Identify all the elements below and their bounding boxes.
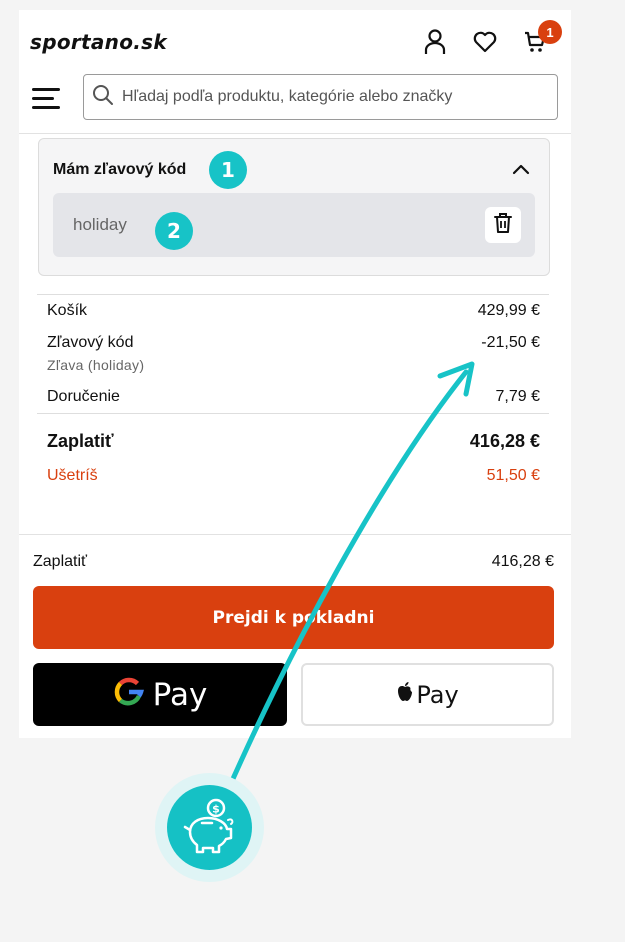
search-icon xyxy=(92,84,114,111)
header-divider xyxy=(19,133,571,134)
step-badge-1: 1 xyxy=(209,151,247,189)
checkout-total-label: Zaplatiť xyxy=(33,553,88,570)
discount-code-value: -21,50 € xyxy=(481,334,540,351)
total-value: 416,28 € xyxy=(469,431,540,451)
cart-subtotal-label: Košík xyxy=(47,302,88,319)
site-logo[interactable]: sportano.sk xyxy=(30,30,167,54)
discount-code-detail: Zľava (holiday) xyxy=(47,357,145,373)
search-input[interactable] xyxy=(122,88,552,106)
checkout-button[interactable]: Prejdi k pokladni xyxy=(33,586,554,649)
piggy-bank-badge: $ xyxy=(155,773,264,882)
svg-text:$: $ xyxy=(212,802,220,815)
apple-pay-button[interactable]: Pay xyxy=(301,663,554,726)
checkout-divider xyxy=(19,534,571,535)
savings-value: 51,50 € xyxy=(486,467,540,484)
total-label: Zaplatiť xyxy=(47,431,114,451)
apple-logo xyxy=(396,681,414,708)
delivery-value: 7,79 € xyxy=(495,388,540,405)
applied-code-value: holiday xyxy=(73,215,127,234)
piggy-bank-icon: $ xyxy=(167,785,252,870)
trash-icon xyxy=(494,212,512,239)
remove-code-button[interactable] xyxy=(485,207,521,243)
cart-card: sportano.sk 1 Mám zľavový kód holiday xyxy=(19,10,571,738)
search-bar[interactable] xyxy=(83,74,558,120)
apple-pay-label: Pay xyxy=(416,680,459,709)
savings-label: Ušetríš xyxy=(47,467,98,484)
chevron-up-icon[interactable] xyxy=(511,161,531,177)
summary-divider-top xyxy=(37,294,549,295)
checkout-total-value: 416,28 € xyxy=(491,553,554,570)
user-icon[interactable] xyxy=(421,28,449,56)
delivery-label: Doručenie xyxy=(47,388,120,405)
menu-icon[interactable] xyxy=(32,84,62,114)
summary-divider-bottom xyxy=(37,413,549,414)
discount-code-label: Zľavový kód xyxy=(47,334,134,351)
applied-code-field: holiday xyxy=(53,193,535,257)
discount-code-section: Mám zľavový kód holiday xyxy=(38,138,550,276)
discount-toggle-label[interactable]: Mám zľavový kód xyxy=(53,161,186,179)
cart-count-badge: 1 xyxy=(538,20,562,44)
step-badge-2: 2 xyxy=(155,212,193,250)
google-pay-label: Pay xyxy=(152,676,208,713)
google-logo xyxy=(113,676,145,713)
heart-icon[interactable] xyxy=(471,28,499,56)
cart-subtotal-value: 429,99 € xyxy=(477,302,540,319)
google-pay-button[interactable]: Pay xyxy=(33,663,287,726)
